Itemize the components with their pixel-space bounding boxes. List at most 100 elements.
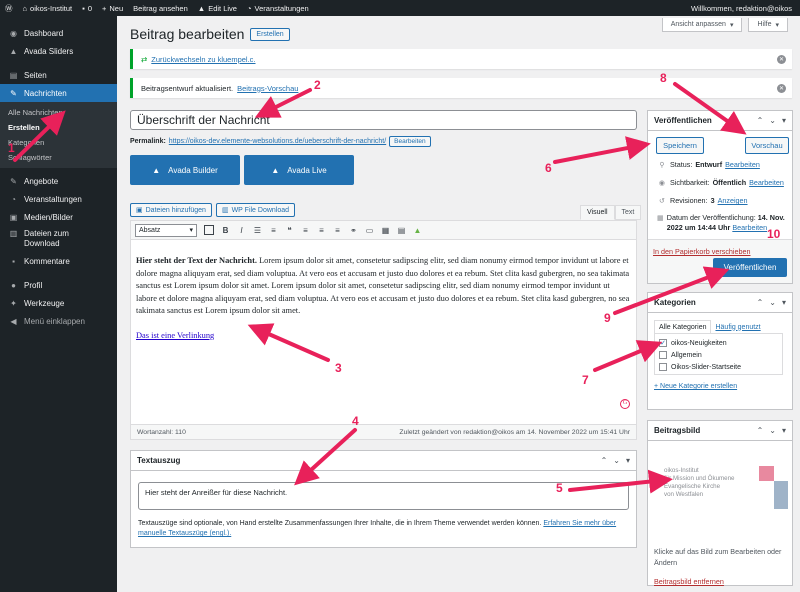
submenu-all-news[interactable]: Alle Nachrichten bbox=[0, 105, 117, 120]
editor-tabs: Visuell Text bbox=[580, 205, 642, 220]
sidebar-item-profile[interactable]: ● Profil bbox=[0, 276, 117, 294]
trash-link[interactable]: In den Papierkorb verschieben bbox=[653, 247, 751, 256]
switch-back-link[interactable]: Zurückwechseln zu kluempel.c. bbox=[151, 55, 255, 64]
chevron-down-icon[interactable]: ⌄ bbox=[613, 456, 620, 465]
revisions-link[interactable]: Anzeigen bbox=[718, 196, 748, 206]
events-link[interactable]: ◔ Veranstaltungen bbox=[242, 0, 314, 16]
post-title-input[interactable]: Überschrift der Nachricht bbox=[130, 110, 637, 130]
dismiss-icon[interactable]: ✕ bbox=[777, 54, 786, 64]
add-new-button[interactable]: Erstellen bbox=[250, 27, 290, 41]
chevron-down-icon[interactable]: ⌄ bbox=[769, 298, 776, 307]
date-edit-link[interactable]: Bearbeiten bbox=[732, 223, 767, 232]
edit-live-link[interactable]: ▲ Edit Live bbox=[193, 0, 242, 16]
align-left-icon[interactable]: ≡ bbox=[301, 226, 310, 235]
help-button[interactable]: Hilfe ▾ bbox=[748, 18, 788, 32]
wordpress-logo[interactable]: Ⓦ bbox=[0, 0, 18, 16]
sidebar-item-news[interactable]: ✎ Nachrichten bbox=[0, 84, 117, 102]
sidebar-collapse-menu[interactable]: ◀ Menü einklappen bbox=[0, 312, 117, 330]
publish-header: Veröffentlichen ⌃ ⌄ ▾ bbox=[648, 111, 792, 131]
align-right-icon[interactable]: ≡ bbox=[333, 226, 342, 235]
account-menu[interactable]: Willkommen, redaktion@oikos bbox=[686, 0, 800, 16]
table-icon[interactable]: ▤ bbox=[397, 226, 406, 235]
submenu-create[interactable]: Erstellen bbox=[0, 120, 117, 135]
publish-button[interactable]: Veröffentlichen bbox=[713, 258, 787, 277]
comments-link[interactable]: ▪ 0 bbox=[77, 0, 97, 16]
bold-icon[interactable]: B bbox=[221, 226, 230, 235]
view-post-link[interactable]: Beitrag ansehen bbox=[128, 0, 193, 16]
checkbox[interactable] bbox=[659, 363, 667, 371]
sidebar-item-events[interactable]: ◔ Veranstaltungen bbox=[0, 190, 117, 208]
grammar-icon[interactable]: G bbox=[620, 399, 630, 409]
visibility-edit-link[interactable]: Bearbeiten bbox=[749, 178, 784, 188]
sidebar-item-media[interactable]: ▣ Medien/Bilder bbox=[0, 208, 117, 226]
remove-featured-image-link[interactable]: Beitragsbild entfernen bbox=[654, 577, 724, 586]
chevron-down-icon[interactable]: ⌄ bbox=[769, 116, 776, 125]
sidebar-item-comments[interactable]: ▪ Kommentare bbox=[0, 252, 117, 270]
category-item[interactable]: Oikos-Slider-Startseite bbox=[659, 361, 778, 373]
status-edit-link[interactable]: Bearbeiten bbox=[725, 160, 760, 170]
tab-text[interactable]: Text bbox=[614, 205, 642, 220]
keyboard-icon[interactable]: ▦ bbox=[381, 226, 390, 235]
wp-file-download-button[interactable]: ▥ WP File Download bbox=[215, 203, 296, 217]
sidebar-item-tools[interactable]: ✦ Werkzeuge bbox=[0, 294, 117, 312]
avada-live-button[interactable]: ▲ Avada Live bbox=[244, 155, 354, 185]
blockquote-icon[interactable]: ❝ bbox=[285, 226, 294, 235]
permalink-link[interactable]: https://oikos-dev.elemente-websolutions.… bbox=[169, 138, 386, 145]
category-item[interactable]: Allgemein bbox=[659, 349, 778, 361]
featured-image-thumbnail[interactable]: oikos-Institut für Mission und Ökumene E… bbox=[658, 459, 788, 525]
screen-options-button[interactable]: Ansicht anpassen ▾ bbox=[661, 18, 743, 32]
chevron-down-icon[interactable]: ⌄ bbox=[769, 426, 776, 435]
tab-popular-categories[interactable]: Häufig genutzt bbox=[711, 320, 764, 334]
bullet-list-icon[interactable]: ☰ bbox=[253, 226, 262, 235]
caret-down-icon[interactable]: ▾ bbox=[782, 298, 786, 307]
format-select[interactable]: Absatz ▾ bbox=[135, 223, 197, 237]
dismiss-icon[interactable]: ✕ bbox=[777, 83, 786, 93]
caret-down-icon[interactable]: ▾ bbox=[782, 426, 786, 435]
eye-icon: ◉ bbox=[658, 178, 666, 187]
submenu-categories[interactable]: Kategorien bbox=[0, 135, 117, 150]
post-preview-link[interactable]: Beitrags-Vorschau bbox=[237, 84, 298, 93]
avada-shortcode-icon[interactable]: ▲ bbox=[413, 226, 422, 235]
chevron-up-icon[interactable]: ⌃ bbox=[601, 456, 608, 465]
chevron-up-icon[interactable]: ⌃ bbox=[757, 298, 764, 307]
sidebar-item-downloads[interactable]: ▥ Dateien zum Download bbox=[0, 226, 117, 252]
admin-sidebar: ◉ Dashboard ▲ Avada Sliders ▤ Seiten ✎ Nachr… bbox=[0, 16, 117, 592]
sidebar-item-offers[interactable]: ✎ Angebote bbox=[0, 172, 117, 190]
add-media-button[interactable]: ▣ Dateien hinzufügen bbox=[130, 203, 212, 217]
permalink-edit-button[interactable]: Bearbeiten bbox=[389, 136, 431, 147]
checkbox[interactable] bbox=[659, 351, 667, 359]
category-item[interactable]: ✓ oikos-Neuigkeiten bbox=[659, 337, 778, 349]
chevron-up-icon[interactable]: ⌃ bbox=[757, 116, 764, 125]
caret-down-icon[interactable]: ▾ bbox=[626, 456, 630, 465]
numbered-list-icon[interactable]: ≡ bbox=[269, 226, 278, 235]
read-more-icon[interactable]: ▭ bbox=[365, 226, 374, 235]
toggle-toolbar-icon[interactable] bbox=[204, 225, 214, 235]
logo-blue-square bbox=[774, 481, 788, 509]
link-icon[interactable]: ⚭ bbox=[349, 226, 358, 235]
excerpt-textarea[interactable]: Hier steht der Anreißer für diese Nachri… bbox=[138, 482, 629, 510]
sidebar-item-pages[interactable]: ▤ Seiten bbox=[0, 66, 117, 84]
italic-icon[interactable]: I bbox=[237, 226, 246, 235]
permalink-row: Permalink: https://oikos-dev.elemente-we… bbox=[130, 136, 431, 147]
new-content-link[interactable]: + Neu bbox=[97, 0, 128, 16]
tab-all-categories[interactable]: Alle Kategorien bbox=[654, 320, 712, 334]
add-new-category-link[interactable]: + Neue Kategorie erstellen bbox=[654, 383, 737, 390]
chevron-up-icon[interactable]: ⌃ bbox=[757, 426, 764, 435]
editor-content[interactable]: Hier steht der Text der Nachricht. Lorem… bbox=[131, 240, 636, 415]
submenu-tags[interactable]: Schlagwörter bbox=[0, 150, 117, 165]
content-link[interactable]: Das ist eine Verlinkung bbox=[136, 330, 631, 343]
editor-status-bar: Wortanzahl: 110 Zuletzt geändert von red… bbox=[131, 424, 636, 439]
sidebar-item-avada-sliders[interactable]: ▲ Avada Sliders bbox=[0, 42, 117, 60]
comment-icon: ▪ bbox=[82, 3, 85, 13]
pin-icon: ✎ bbox=[10, 88, 17, 98]
save-draft-button[interactable]: Speichern bbox=[656, 137, 704, 154]
avada-builder-button[interactable]: ▲ Avada Builder bbox=[130, 155, 240, 185]
tab-visual[interactable]: Visuell bbox=[580, 205, 615, 220]
sidebar-item-dashboard[interactable]: ◉ Dashboard bbox=[0, 24, 117, 42]
caret-down-icon[interactable]: ▾ bbox=[782, 116, 786, 125]
editor-toolbar: Absatz ▾ B I ☰ ≡ ❝ ≡ ≡ ≡ ⚭ ▭ ▦ ▤ ▲ bbox=[131, 221, 636, 240]
site-name-link[interactable]: ⌂ oikos-Institut bbox=[18, 0, 78, 16]
preview-button[interactable]: Vorschau bbox=[745, 137, 789, 154]
checkbox-checked[interactable]: ✓ bbox=[659, 339, 667, 347]
align-center-icon[interactable]: ≡ bbox=[317, 226, 326, 235]
